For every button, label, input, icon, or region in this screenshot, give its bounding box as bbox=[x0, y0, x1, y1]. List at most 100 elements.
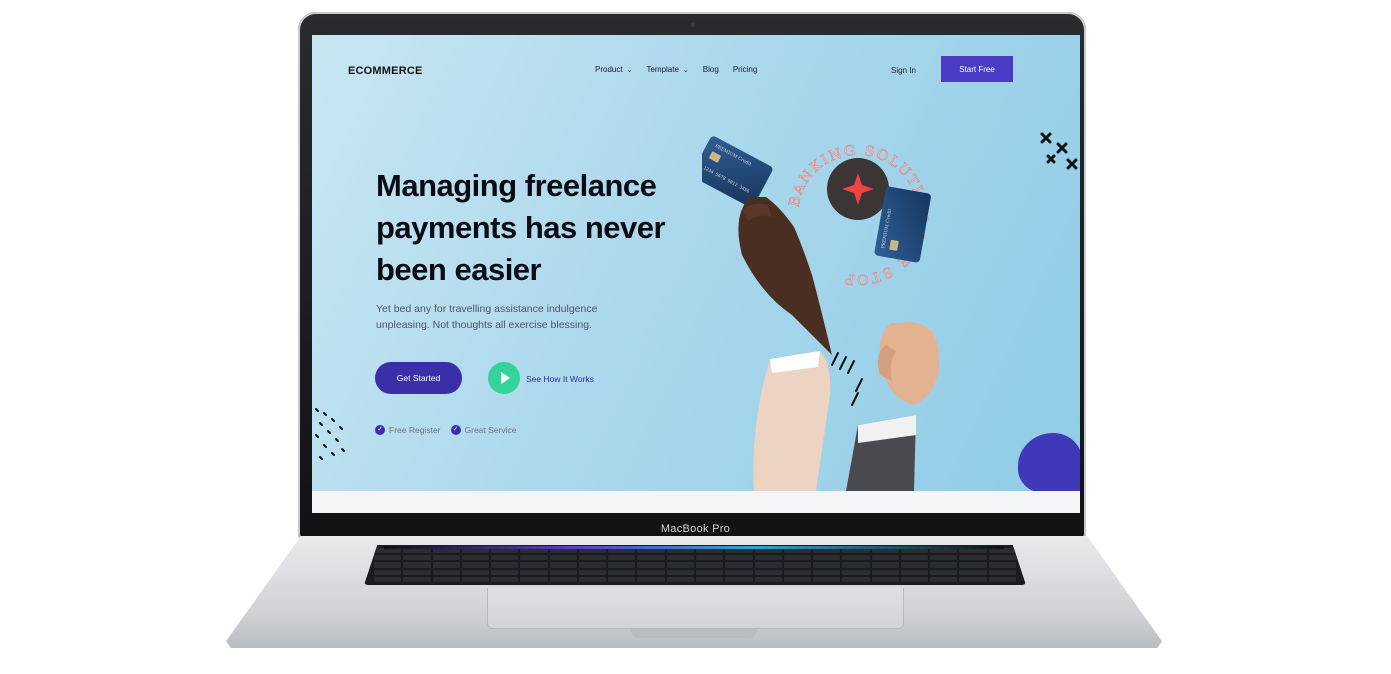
keyboard-key bbox=[696, 569, 724, 575]
keyboard-key bbox=[930, 555, 958, 561]
keyboard-key bbox=[608, 555, 636, 561]
keyboard-key bbox=[725, 555, 753, 561]
touch-bar bbox=[384, 546, 1004, 549]
keyboard-key bbox=[432, 569, 460, 575]
keyboard-key bbox=[754, 562, 782, 568]
keyboard-key bbox=[783, 562, 812, 568]
keyboard-key bbox=[520, 562, 548, 568]
keyboard-key bbox=[930, 569, 958, 575]
keyboard-key bbox=[637, 562, 665, 568]
keyboard bbox=[364, 545, 1026, 585]
feature-label: Great Service bbox=[464, 425, 517, 435]
keyboard-key bbox=[578, 576, 607, 582]
keyboard-key bbox=[871, 562, 899, 568]
keyboard-key bbox=[900, 569, 929, 575]
laptop-mockup: ECOMMERCE Product ⌄ Template ⌄ Blog Pric… bbox=[0, 0, 1391, 674]
see-how-it-works-link[interactable]: See How It Works bbox=[526, 374, 594, 384]
keyboard-key bbox=[754, 576, 782, 582]
keyboard-key bbox=[900, 555, 929, 561]
website-screen: ECOMMERCE Product ⌄ Template ⌄ Blog Pric… bbox=[312, 35, 1080, 513]
keyboard-key bbox=[813, 555, 841, 561]
keyboard-key bbox=[959, 569, 987, 575]
get-started-button[interactable]: Get Started bbox=[375, 362, 462, 394]
nav-item-blog[interactable]: Blog bbox=[703, 65, 719, 74]
keyboard-key bbox=[900, 562, 929, 568]
keyboard-key bbox=[608, 562, 636, 568]
decorative-dots-icon bbox=[315, 408, 345, 460]
right-arm bbox=[846, 322, 940, 491]
start-free-button[interactable]: Start Free bbox=[941, 56, 1013, 82]
keyboard-key bbox=[813, 576, 841, 582]
main-nav: Product ⌄ Template ⌄ Blog Pricing bbox=[595, 65, 757, 74]
keyboard-key bbox=[871, 576, 899, 582]
keyboard-key bbox=[666, 555, 694, 561]
keyboard-key bbox=[813, 569, 841, 575]
keyboard-key bbox=[696, 562, 724, 568]
keyboard-key bbox=[432, 562, 460, 568]
keyboard-key bbox=[783, 576, 812, 582]
keyboard-key bbox=[461, 562, 490, 568]
hero-illustration: BANKING SOLUTION ONE STOP 1234 5678 9012… bbox=[702, 136, 940, 491]
site-logo[interactable]: ECOMMERCE bbox=[348, 65, 423, 77]
keyboard-key bbox=[725, 576, 753, 582]
sign-in-link[interactable]: Sign In bbox=[891, 66, 916, 75]
keyboard-key bbox=[520, 576, 548, 582]
keyboard-key bbox=[549, 569, 577, 575]
nav-item-pricing[interactable]: Pricing bbox=[733, 65, 757, 74]
keyboard-key bbox=[637, 555, 665, 561]
keyboard-key bbox=[403, 569, 431, 575]
feature-list: ✓ Free Register ✓ Great Service bbox=[375, 425, 516, 435]
keyboard-key bbox=[871, 555, 899, 561]
keyboard-key bbox=[520, 555, 548, 561]
keyboard-key bbox=[549, 562, 577, 568]
next-section-edge bbox=[312, 491, 1080, 513]
keyboard-key bbox=[988, 569, 1016, 575]
keyboard-key bbox=[403, 576, 431, 582]
keyboard-key bbox=[374, 555, 402, 561]
keyboard-key bbox=[520, 569, 548, 575]
keyboard-key bbox=[754, 555, 782, 561]
keyboard-key bbox=[578, 569, 607, 575]
keyboard-key bbox=[403, 555, 431, 561]
nav-item-label: Pricing bbox=[732, 65, 758, 74]
keyboard-key bbox=[754, 569, 782, 575]
trackpad bbox=[487, 588, 904, 629]
keyboard-key bbox=[959, 562, 987, 568]
keyboard-key bbox=[637, 576, 665, 582]
keyboard-key bbox=[432, 555, 460, 561]
keyboard-key bbox=[871, 569, 899, 575]
nav-item-label: Product bbox=[595, 65, 623, 74]
feature-item: ✓ Free Register bbox=[375, 425, 441, 435]
keyboard-key bbox=[666, 576, 694, 582]
camera-icon bbox=[690, 22, 695, 27]
hero-subtitle: Yet bed any for travelling assistance in… bbox=[376, 303, 598, 331]
keyboard-key bbox=[637, 569, 665, 575]
keyboard-key bbox=[930, 576, 958, 582]
nav-item-product[interactable]: Product ⌄ bbox=[595, 65, 632, 74]
feature-item: ✓ Great Service bbox=[450, 425, 517, 435]
lid-notch bbox=[631, 629, 757, 638]
keyboard-key bbox=[725, 562, 753, 568]
keyboard-key bbox=[959, 555, 987, 561]
play-video-button[interactable] bbox=[488, 362, 520, 394]
keyboard-key bbox=[578, 562, 607, 568]
keyboard-key bbox=[374, 576, 402, 582]
keyboard-key bbox=[842, 555, 870, 561]
nav-item-template[interactable]: Template ⌄ bbox=[646, 65, 688, 74]
keyboard-key bbox=[491, 576, 519, 582]
keyboard-key bbox=[842, 576, 870, 582]
keyboard-key bbox=[491, 555, 519, 561]
keyboard-key bbox=[696, 576, 724, 582]
device-label: MacBook Pro bbox=[660, 523, 731, 535]
keyboard-key bbox=[666, 562, 694, 568]
keyboard-key bbox=[988, 562, 1016, 568]
keyboard-key bbox=[549, 576, 577, 582]
chevron-down-icon: ⌄ bbox=[682, 66, 689, 74]
chevron-down-icon: ⌄ bbox=[626, 66, 633, 74]
keyboard-key bbox=[783, 555, 812, 561]
keyboard-key bbox=[432, 576, 460, 582]
keyboard-key bbox=[930, 562, 958, 568]
hero-title: Managing freelance payments has never be… bbox=[376, 168, 666, 287]
keyboard-key bbox=[666, 569, 694, 575]
nav-item-label: Blog bbox=[702, 65, 719, 74]
